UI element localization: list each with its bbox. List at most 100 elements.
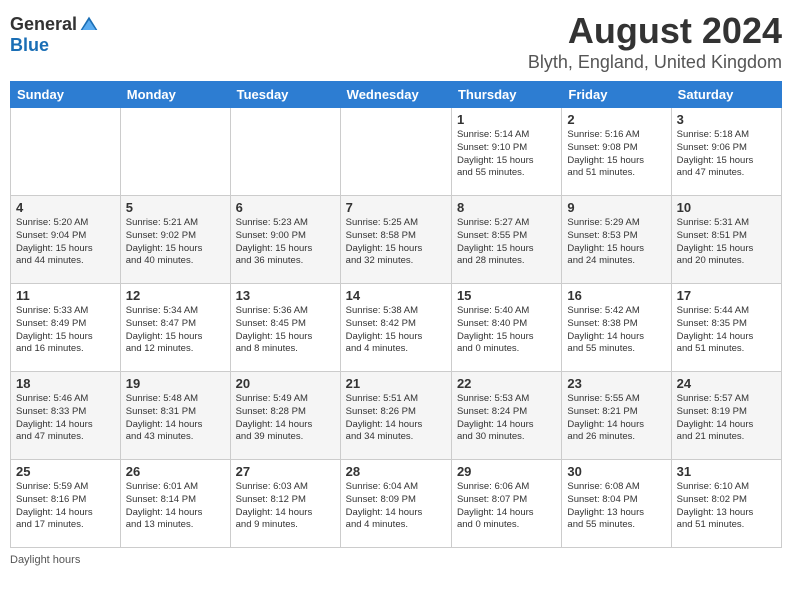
day-info: Sunrise: 6:01 AM Sunset: 8:14 PM Dayligh… (126, 481, 225, 532)
day-info: Sunrise: 5:48 AM Sunset: 8:31 PM Dayligh… (126, 393, 225, 444)
table-row: 13Sunrise: 5:36 AM Sunset: 8:45 PM Dayli… (230, 284, 340, 372)
day-number: 4 (16, 200, 115, 215)
table-row: 9Sunrise: 5:29 AM Sunset: 8:53 PM Daylig… (562, 196, 671, 284)
day-number: 28 (346, 464, 446, 479)
table-row (340, 108, 451, 196)
day-number: 8 (457, 200, 556, 215)
day-info: Sunrise: 5:38 AM Sunset: 8:42 PM Dayligh… (346, 305, 446, 356)
month-title: August 2024 (528, 10, 782, 52)
day-info: Sunrise: 5:57 AM Sunset: 8:19 PM Dayligh… (677, 393, 776, 444)
day-number: 9 (567, 200, 665, 215)
day-info: Sunrise: 6:10 AM Sunset: 8:02 PM Dayligh… (677, 481, 776, 532)
page-header: General Blue August 2024 Blyth, England,… (10, 10, 782, 73)
day-info: Sunrise: 5:23 AM Sunset: 9:00 PM Dayligh… (236, 217, 335, 268)
table-row: 18 Sunrise: 5:46 AM Sunset: 8:33 PM Dayli… (11, 372, 121, 460)
day-info: Sunrise: 5:14 AM Sunset: 9:10 PM Dayligh… (457, 129, 556, 180)
table-row: 8 Sunrise: 5:27 AM Sunset: 8:55 PM Daylig… (451, 196, 561, 284)
day-info: Sunrise: 5:27 AM Sunset: 8:55 PM Dayligh… (457, 217, 556, 268)
day-number: 3 (677, 112, 776, 127)
table-row: 20Sunrise: 5:49 AM Sunset: 8:28 PM Dayli… (230, 372, 340, 460)
col-friday: Friday (562, 82, 671, 108)
day-info: Sunrise: 5:36 AM Sunset: 8:45 PM Dayligh… (236, 305, 335, 356)
table-row: 26 Sunrise: 6:01 AM Sunset: 8:14 PM Dayli… (120, 460, 230, 548)
col-saturday: Saturday (671, 82, 781, 108)
table-row: 4 Sunrise: 5:20 AM Sunset: 9:04 PM Daylig… (11, 196, 121, 284)
day-info: Sunrise: 5:25 AM Sunset: 8:58 PM Dayligh… (346, 217, 446, 268)
table-row: 28 Sunrise: 6:04 AM Sunset: 8:09 PM Dayli… (340, 460, 451, 548)
day-info: Sunrise: 6:08 AM Sunset: 8:04 PM Dayligh… (567, 481, 665, 532)
day-number: 29 (457, 464, 556, 479)
day-number: 11 (16, 288, 115, 303)
table-row: 22 Sunrise: 5:53 AM Sunset: 8:24 PM Dayli… (451, 372, 561, 460)
table-row (11, 108, 121, 196)
day-info: Sunrise: 5:31 AM Sunset: 8:51 PM Dayligh… (677, 217, 776, 268)
table-row: 31 Sunrise: 6:10 AM Sunset: 8:02 PM Dayli… (671, 460, 781, 548)
table-row: 30 Sunrise: 6:08 AM Sunset: 8:04 PM Dayli… (562, 460, 671, 548)
day-number: 1 (457, 112, 556, 127)
table-row: 27Sunrise: 6:03 AM Sunset: 8:12 PM Dayli… (230, 460, 340, 548)
day-info: Sunrise: 5:33 AM Sunset: 8:49 PM Dayligh… (16, 305, 115, 356)
day-number: 17 (677, 288, 776, 303)
day-number: 16 (567, 288, 665, 303)
day-number: 22 (457, 376, 556, 391)
table-row: 14Sunrise: 5:38 AM Sunset: 8:42 PM Dayli… (340, 284, 451, 372)
calendar-week-1: 1 Sunrise: 5:14 AM Sunset: 9:10 PM Daylig… (11, 108, 782, 196)
col-monday: Monday (120, 82, 230, 108)
logo-general-text: General (10, 14, 77, 35)
logo: General Blue (10, 10, 99, 56)
day-info: Sunrise: 5:34 AM Sunset: 8:47 PM Dayligh… (126, 305, 225, 356)
day-number: 30 (567, 464, 665, 479)
day-info: Sunrise: 5:46 AM Sunset: 8:33 PM Dayligh… (16, 393, 115, 444)
day-number: 31 (677, 464, 776, 479)
location-title: Blyth, England, United Kingdom (528, 52, 782, 73)
day-number: 6 (236, 200, 335, 215)
table-row: 23Sunrise: 5:55 AM Sunset: 8:21 PM Dayli… (562, 372, 671, 460)
col-tuesday: Tuesday (230, 82, 340, 108)
table-row: 16 Sunrise: 5:42 AM Sunset: 8:38 PM Dayli… (562, 284, 671, 372)
day-number: 25 (16, 464, 115, 479)
logo-blue-text: Blue (10, 35, 49, 56)
day-info: Sunrise: 5:40 AM Sunset: 8:40 PM Dayligh… (457, 305, 556, 356)
table-row: 11 Sunrise: 5:33 AM Sunset: 8:49 PM Dayli… (11, 284, 121, 372)
day-info: Sunrise: 5:16 AM Sunset: 9:08 PM Dayligh… (567, 129, 665, 180)
col-wednesday: Wednesday (340, 82, 451, 108)
calendar-week-4: 18 Sunrise: 5:46 AM Sunset: 8:33 PM Dayli… (11, 372, 782, 460)
table-row: 7 Sunrise: 5:25 AM Sunset: 8:58 PM Daylig… (340, 196, 451, 284)
day-info: Sunrise: 5:59 AM Sunset: 8:16 PM Dayligh… (16, 481, 115, 532)
table-row: 2 Sunrise: 5:16 AM Sunset: 9:08 PM Daylig… (562, 108, 671, 196)
footer: Daylight hours (10, 554, 782, 566)
col-thursday: Thursday (451, 82, 561, 108)
day-number: 19 (126, 376, 225, 391)
day-info: Sunrise: 5:20 AM Sunset: 9:04 PM Dayligh… (16, 217, 115, 268)
calendar-week-2: 4 Sunrise: 5:20 AM Sunset: 9:04 PM Daylig… (11, 196, 782, 284)
table-row (230, 108, 340, 196)
table-row: 21Sunrise: 5:51 AM Sunset: 8:26 PM Dayli… (340, 372, 451, 460)
table-row: 5Sunrise: 5:21 AM Sunset: 9:02 PM Daylig… (120, 196, 230, 284)
table-row: 15 Sunrise: 5:40 AM Sunset: 8:40 PM Dayli… (451, 284, 561, 372)
day-number: 7 (346, 200, 446, 215)
day-info: Sunrise: 6:04 AM Sunset: 8:09 PM Dayligh… (346, 481, 446, 532)
calendar-week-3: 11 Sunrise: 5:33 AM Sunset: 8:49 PM Dayli… (11, 284, 782, 372)
table-row: 24 Sunrise: 5:57 AM Sunset: 8:19 PM Dayli… (671, 372, 781, 460)
day-number: 26 (126, 464, 225, 479)
table-row: 1 Sunrise: 5:14 AM Sunset: 9:10 PM Daylig… (451, 108, 561, 196)
day-number: 15 (457, 288, 556, 303)
day-info: Sunrise: 5:53 AM Sunset: 8:24 PM Dayligh… (457, 393, 556, 444)
day-number: 2 (567, 112, 665, 127)
day-number: 24 (677, 376, 776, 391)
day-number: 18 (16, 376, 115, 391)
col-sunday: Sunday (11, 82, 121, 108)
table-row: 12 Sunrise: 5:34 AM Sunset: 8:47 PM Dayli… (120, 284, 230, 372)
day-info: Sunrise: 5:55 AM Sunset: 8:21 PM Dayligh… (567, 393, 665, 444)
table-row: 3Sunrise: 5:18 AM Sunset: 9:06 PM Daylig… (671, 108, 781, 196)
table-row: 6 Sunrise: 5:23 AM Sunset: 9:00 PM Daylig… (230, 196, 340, 284)
day-number: 12 (126, 288, 225, 303)
day-info: Sunrise: 5:42 AM Sunset: 8:38 PM Dayligh… (567, 305, 665, 356)
calendar-week-5: 25 Sunrise: 5:59 AM Sunset: 8:16 PM Dayli… (11, 460, 782, 548)
day-number: 21 (346, 376, 446, 391)
day-info: Sunrise: 5:44 AM Sunset: 8:35 PM Dayligh… (677, 305, 776, 356)
table-row: 29 Sunrise: 6:06 AM Sunset: 8:07 PM Dayli… (451, 460, 561, 548)
day-number: 20 (236, 376, 335, 391)
day-info: Sunrise: 6:06 AM Sunset: 8:07 PM Dayligh… (457, 481, 556, 532)
calendar-header-row: Sunday Monday Tuesday Wednesday Thursday… (11, 82, 782, 108)
